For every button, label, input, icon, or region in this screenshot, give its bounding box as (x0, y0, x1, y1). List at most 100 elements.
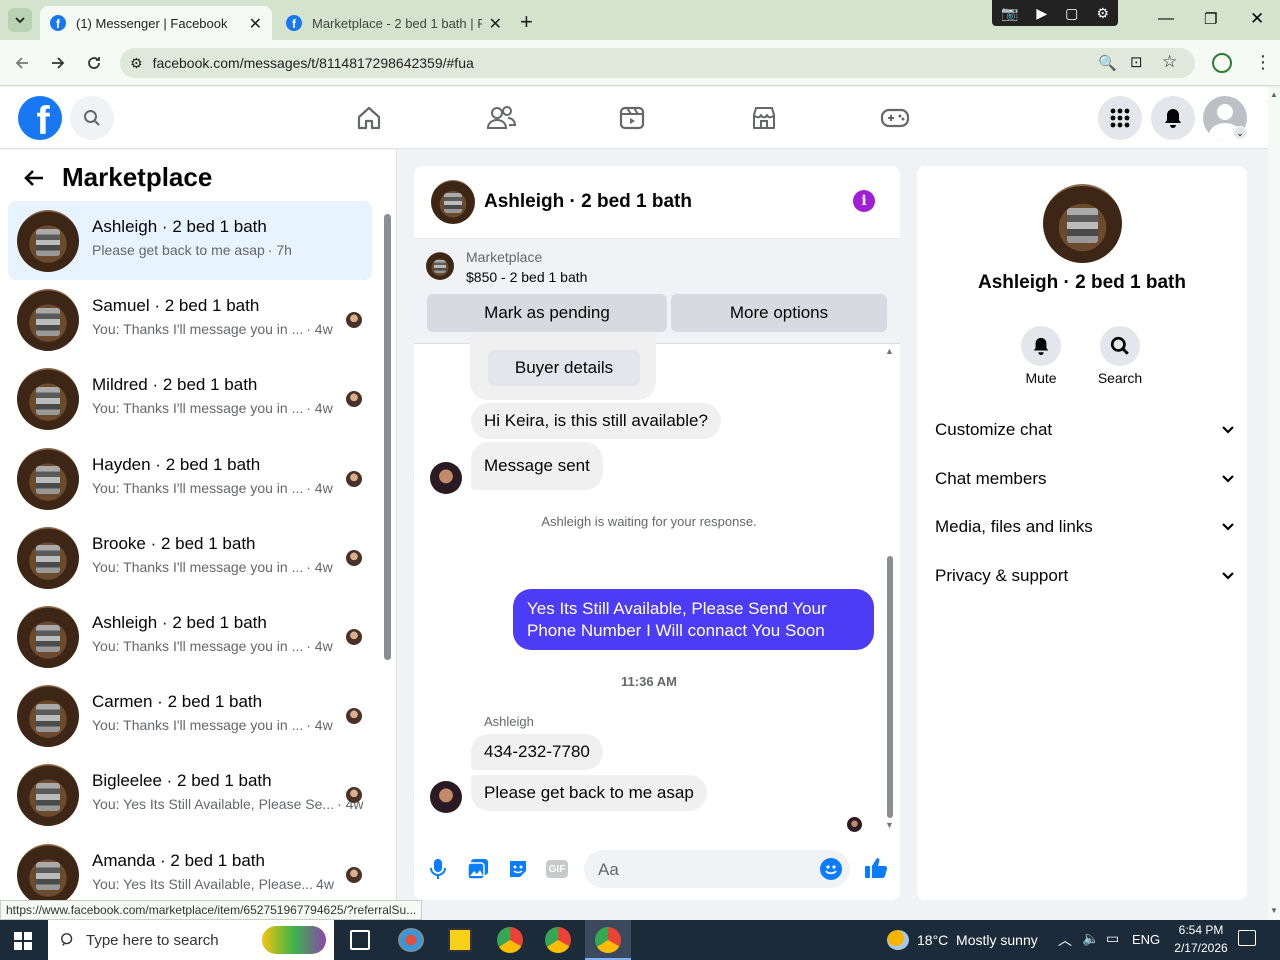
mute-label[interactable]: Mute (1011, 370, 1071, 386)
facebook-logo-icon[interactable]: f (18, 96, 62, 140)
mute-bell-icon[interactable] (1021, 326, 1061, 366)
listing-detail[interactable]: $850 - 2 bed 1 bath (466, 269, 587, 285)
window-icon[interactable]: ▢ (1065, 5, 1078, 22)
tab-search-icon[interactable] (8, 8, 32, 32)
sticker-icon[interactable] (507, 858, 529, 880)
emoji-icon[interactable] (820, 858, 842, 880)
zoom-icon[interactable]: 🔍 (1098, 54, 1117, 72)
conversation-row[interactable]: Ashleigh · 2 bed 1 bath You: Thanks I'll … (8, 597, 372, 676)
clock-time[interactable]: 6:54 PM (1166, 923, 1236, 937)
photo-icon[interactable] (467, 858, 489, 880)
my-message-bubble[interactable]: Yes Its Still Available, Please Send You… (513, 589, 874, 650)
task-view-icon[interactable] (350, 930, 370, 950)
search-label[interactable]: Search (1090, 370, 1150, 386)
video-icon[interactable]: ▶ (1036, 5, 1047, 22)
notification-center-icon[interactable] (1238, 930, 1256, 946)
mark-as-pending-button[interactable]: Mark as pending (427, 294, 667, 332)
gif-icon[interactable]: GIF (546, 860, 568, 878)
weather-sunny-icon[interactable] (887, 930, 909, 950)
chrome-icon[interactable] (497, 927, 523, 953)
chevron-down-icon[interactable] (1221, 520, 1235, 534)
conversation-row[interactable]: Amanda · 2 bed 1 bath You: Yes Its Still … (8, 835, 372, 900)
message-bubble[interactable]: Hi Keira, is this still available? (471, 403, 721, 439)
conversation-row[interactable]: Brooke · 2 bed 1 bath You: Thanks I'll me… (8, 518, 372, 597)
details-section-row[interactable]: Chat members (935, 469, 1235, 489)
chat-header-name[interactable]: Ashleigh · 2 bed 1 bath (484, 191, 692, 213)
list-scrollbar[interactable] (383, 206, 391, 896)
search-in-chat-icon[interactable] (1100, 326, 1140, 366)
home-icon[interactable] (351, 100, 387, 136)
search-highlight-image[interactable] (262, 926, 326, 954)
bookmark-star-icon[interactable]: ☆ (1162, 52, 1177, 72)
forward-icon[interactable] (46, 51, 70, 75)
message-bubble[interactable]: Please get back to me asap (471, 775, 707, 811)
like-thumb-icon[interactable] (864, 856, 888, 880)
account-chevron-icon[interactable]: ⌄ (1233, 126, 1247, 140)
page-scrollbar[interactable]: ▲ ▼ (1268, 88, 1280, 920)
taskbar-search-box[interactable]: Type here to search (48, 920, 334, 960)
network-icon[interactable]: ▭ (1106, 930, 1119, 947)
listing-thumbnail[interactable] (426, 252, 454, 280)
details-avatar[interactable] (1043, 184, 1122, 263)
volume-icon[interactable]: 🔈 (1082, 930, 1099, 947)
gear-icon[interactable]: ⚙ (1096, 5, 1109, 22)
minimize-icon[interactable]: — (1158, 10, 1174, 28)
reload-icon[interactable] (82, 51, 106, 75)
message-bubble[interactable]: 434-232-7780 (471, 734, 603, 770)
conversation-row[interactable]: Hayden · 2 bed 1 bath You: Thanks I'll me… (8, 439, 372, 518)
menu-grid-icon[interactable] (1098, 96, 1142, 140)
conversation-row[interactable]: Carmen · 2 bed 1 bath You: Thanks I'll me… (8, 676, 372, 755)
message-bubble[interactable]: Message sent (471, 442, 603, 490)
message-input[interactable]: Aa (584, 850, 850, 888)
notifications-bell-icon[interactable] (1151, 96, 1195, 140)
install-app-icon[interactable]: ⊡ (1130, 53, 1143, 71)
details-section-row[interactable]: Media, files and links (935, 517, 1235, 537)
info-icon[interactable]: i (853, 190, 875, 212)
profile-icon[interactable] (1212, 53, 1232, 73)
camera-icon[interactable]: 📷 (1001, 5, 1018, 22)
details-section-row[interactable]: Customize chat (935, 420, 1235, 440)
sticky-notes-icon[interactable] (448, 928, 472, 952)
windows-start-icon[interactable] (14, 932, 32, 950)
site-settings-icon[interactable]: ⚙ (130, 55, 143, 72)
app-icon[interactable] (398, 928, 424, 952)
chevron-down-icon[interactable] (1221, 472, 1235, 486)
video-watch-icon[interactable] (614, 100, 650, 136)
close-window-icon[interactable]: ✕ (1250, 9, 1264, 29)
gaming-icon[interactable] (877, 100, 913, 136)
conversation-row[interactable]: Samuel · 2 bed 1 bath You: Thanks I'll me… (8, 280, 372, 359)
more-options-button[interactable]: More options (671, 294, 887, 332)
tab-messenger[interactable]: f (1) Messenger | Facebook ✕ (40, 6, 272, 40)
conversation-row[interactable]: Bigleelee · 2 bed 1 bath You: Yes Its Sti… (8, 755, 372, 834)
conversation-row[interactable]: Mildred · 2 bed 1 bath You: Thanks I'll m… (8, 359, 372, 438)
restore-icon[interactable]: ❐ (1204, 10, 1217, 28)
close-tab-icon[interactable]: ✕ (489, 14, 502, 34)
close-tab-icon[interactable]: ✕ (249, 14, 262, 34)
tab-marketplace[interactable]: f Marketplace - 2 bed 1 bath | Fa ✕ (276, 6, 512, 40)
new-tab-icon[interactable]: + (520, 9, 533, 35)
sender-avatar[interactable] (430, 781, 462, 813)
address-bar[interactable]: ⚙ facebook.com/messages/t/81148172986423… (120, 48, 1195, 78)
friends-icon[interactable] (483, 100, 519, 136)
url-text[interactable]: facebook.com/messages/t/8114817298642359… (153, 55, 474, 71)
sender-avatar[interactable] (430, 462, 462, 494)
weather-text[interactable]: 18°C Mostly sunny (917, 932, 1038, 948)
language-indicator[interactable]: ENG (1132, 932, 1160, 947)
tray-chevron-icon[interactable]: ︿ (1058, 930, 1072, 950)
back-icon[interactable] (10, 51, 34, 75)
conversation-row[interactable]: Ashleigh · 2 bed 1 bath Please get back t… (8, 201, 372, 280)
clock-date[interactable]: 2/17/2026 (1166, 941, 1236, 955)
active-chrome-taskbar-item[interactable] (585, 920, 631, 960)
back-arrow-icon[interactable] (22, 166, 46, 190)
buyer-details-button[interactable]: Buyer details (488, 350, 640, 386)
chevron-down-icon[interactable] (1221, 423, 1235, 437)
marketplace-icon[interactable] (746, 100, 782, 136)
details-section-row[interactable]: Privacy & support (935, 566, 1235, 586)
chrome-menu-icon[interactable]: ⋮ (1254, 52, 1272, 73)
search-icon[interactable] (70, 96, 114, 140)
chat-scrollbar[interactable]: ▲ ▼ (884, 346, 896, 832)
screen-recorder-toolbar[interactable]: 📷 ▶ ▢ ⚙ (992, 0, 1118, 26)
chrome-icon[interactable] (545, 927, 571, 953)
microphone-icon[interactable] (429, 858, 447, 880)
chevron-down-icon[interactable] (1221, 569, 1235, 583)
